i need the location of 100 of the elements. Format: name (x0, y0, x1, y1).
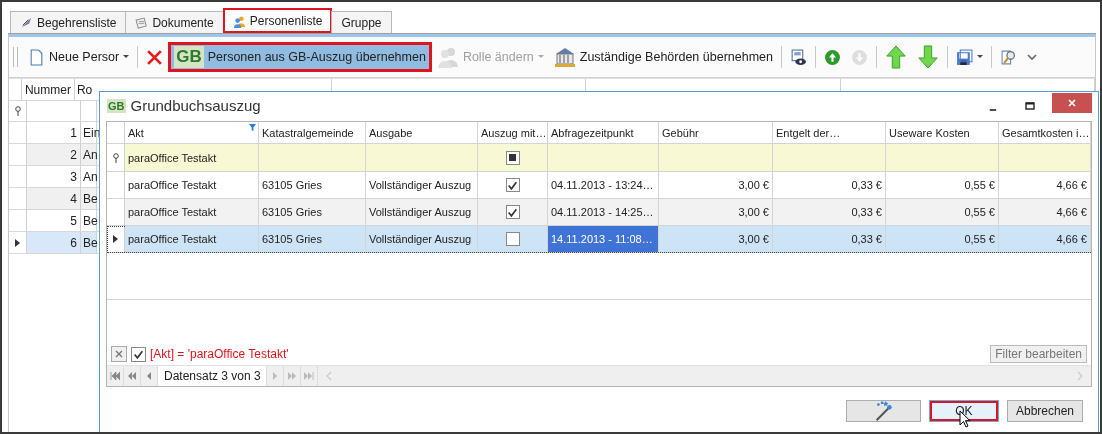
checkbox[interactable] (505, 205, 520, 219)
table-cell: 63105 Gries (259, 199, 366, 225)
people-icon (436, 45, 459, 69)
table-cell: An (81, 166, 97, 187)
filter-cell[interactable]: paraOffice Testakt (125, 144, 259, 171)
table-cell: 4 (27, 188, 81, 209)
column-header[interactable]: Gebühr (659, 122, 773, 143)
dialog-button[interactable]: Abbrechen (1006, 400, 1083, 422)
wizard-button[interactable] (845, 400, 921, 422)
tab[interactable]: Dokumente (125, 11, 224, 33)
table-cell: 0,33 € (773, 172, 886, 198)
table-cell: 3 (27, 166, 81, 187)
minimize-icon (989, 108, 997, 111)
scroll-left-icon (325, 371, 332, 381)
current-row-icon (15, 238, 20, 247)
close-button[interactable] (1052, 92, 1092, 113)
column-header[interactable]: Ausgabe (366, 122, 478, 143)
table-cell: 0,55 € (886, 226, 999, 252)
window-title: Grundbuchsauszug (130, 97, 261, 114)
filter-cell[interactable] (259, 144, 366, 171)
edit-filter-button[interactable]: Filter bearbeiten (990, 345, 1087, 363)
table-cell: 3,00 € (659, 226, 773, 252)
gb-logo: GB (174, 46, 204, 68)
first-icon (110, 372, 120, 380)
table-cell: 4,66 € (999, 172, 1091, 198)
last-icon (303, 372, 314, 380)
documents-icon (135, 16, 149, 29)
caret-icon (537, 55, 544, 59)
table-cell: Be (81, 210, 97, 231)
checkbox[interactable] (505, 178, 520, 192)
filter-icon (249, 124, 256, 131)
table-cell: paraOffice Testakt (125, 172, 259, 198)
people-icon (232, 14, 246, 28)
checkbox[interactable] (505, 232, 520, 246)
caret-icon (123, 55, 130, 59)
building-icon (553, 45, 576, 69)
tab[interactable]: Personenliste (222, 8, 333, 33)
column-header[interactable]: Entgelt der… (773, 122, 886, 143)
filter-expression[interactable]: [Akt] = 'paraOffice Testakt' (150, 347, 289, 361)
table-cell: 2 (27, 144, 81, 165)
double-right-icon (286, 372, 297, 380)
filter-cell[interactable] (886, 144, 999, 171)
tab[interactable]: Begehrensliste (10, 11, 127, 33)
pin-icon (111, 152, 120, 163)
chevron-down-icon (1027, 52, 1037, 62)
checkbox[interactable] (131, 346, 146, 362)
delete-icon (146, 48, 164, 66)
preview-icon (790, 48, 807, 66)
table-cell: 5 (27, 210, 81, 231)
table-cell: Vollständiger Auszug (366, 199, 478, 225)
table-cell: 3,00 € (659, 199, 773, 225)
column-header[interactable]: Akt (125, 122, 259, 143)
table-cell: 04.11.2013 - 13:24… (548, 172, 659, 198)
tab[interactable]: Gruppe (331, 11, 392, 33)
scroll-right-icon (1077, 371, 1083, 381)
filter-cell[interactable] (999, 144, 1091, 171)
clear-filter-button[interactable] (111, 346, 127, 362)
current-row-icon (113, 235, 118, 243)
column-header[interactable]: Katastralgemeinde (259, 122, 366, 143)
double-left-icon (127, 372, 137, 380)
column-header[interactable]: Gesamtkosten i… (999, 122, 1091, 143)
maximize-icon (1025, 100, 1035, 111)
table-cell: paraOffice Testakt (125, 199, 259, 225)
checkbox[interactable] (505, 150, 520, 165)
table-cell: 0,55 € (886, 199, 999, 225)
gb-logo: GB (107, 98, 126, 113)
close-icon (114, 349, 124, 359)
table-cell: paraOffice Testakt (125, 226, 259, 252)
filter-cell[interactable] (548, 144, 659, 171)
up-circle-icon (824, 48, 841, 66)
table-cell: 4,66 € (999, 199, 1091, 225)
table-cell: An (81, 144, 97, 165)
table-cell: 3,00 € (659, 172, 773, 198)
close-icon (1067, 97, 1077, 108)
column-header[interactable]: Abfragezeitpunkt (548, 122, 659, 143)
first-record-button[interactable] (107, 366, 124, 386)
down-arrow-icon (917, 45, 939, 69)
table-cell: Vollständiger Auszug (366, 172, 478, 198)
filter-cell[interactable] (366, 144, 478, 171)
table-cell: Be (81, 232, 97, 253)
filter-cell[interactable] (773, 144, 886, 171)
column-header[interactable]: Nummer (21, 79, 75, 100)
toolbar-button[interactable]: Zuständige Behörden übernehmen (548, 42, 778, 72)
column-header[interactable]: Auszug mit… (478, 122, 548, 143)
table-cell: 04.11.2013 - 14:25… (548, 199, 659, 225)
toolbar-button[interactable]: Neue Persor (23, 42, 135, 72)
filter-cell[interactable] (659, 144, 773, 171)
column-header[interactable]: Useware Kosten (886, 122, 999, 143)
table-cell: 4,66 € (999, 226, 1091, 252)
table-cell: 0,55 € (886, 172, 999, 198)
up-arrow-icon (885, 45, 907, 69)
record-counter: Datensatz 3 von 3 (158, 366, 267, 386)
filter-cell[interactable] (478, 144, 548, 171)
toolbar-button[interactable]: GB Personen aus GB-Auszug übernehmen (168, 42, 432, 72)
table-cell: 63105 Gries (259, 172, 366, 198)
pin-icon (13, 106, 22, 116)
table-cell: 0,33 € (773, 226, 886, 252)
caret-icon (977, 55, 983, 59)
table-cell: 63105 Gries (259, 226, 366, 252)
table-cell: Be (81, 188, 97, 209)
